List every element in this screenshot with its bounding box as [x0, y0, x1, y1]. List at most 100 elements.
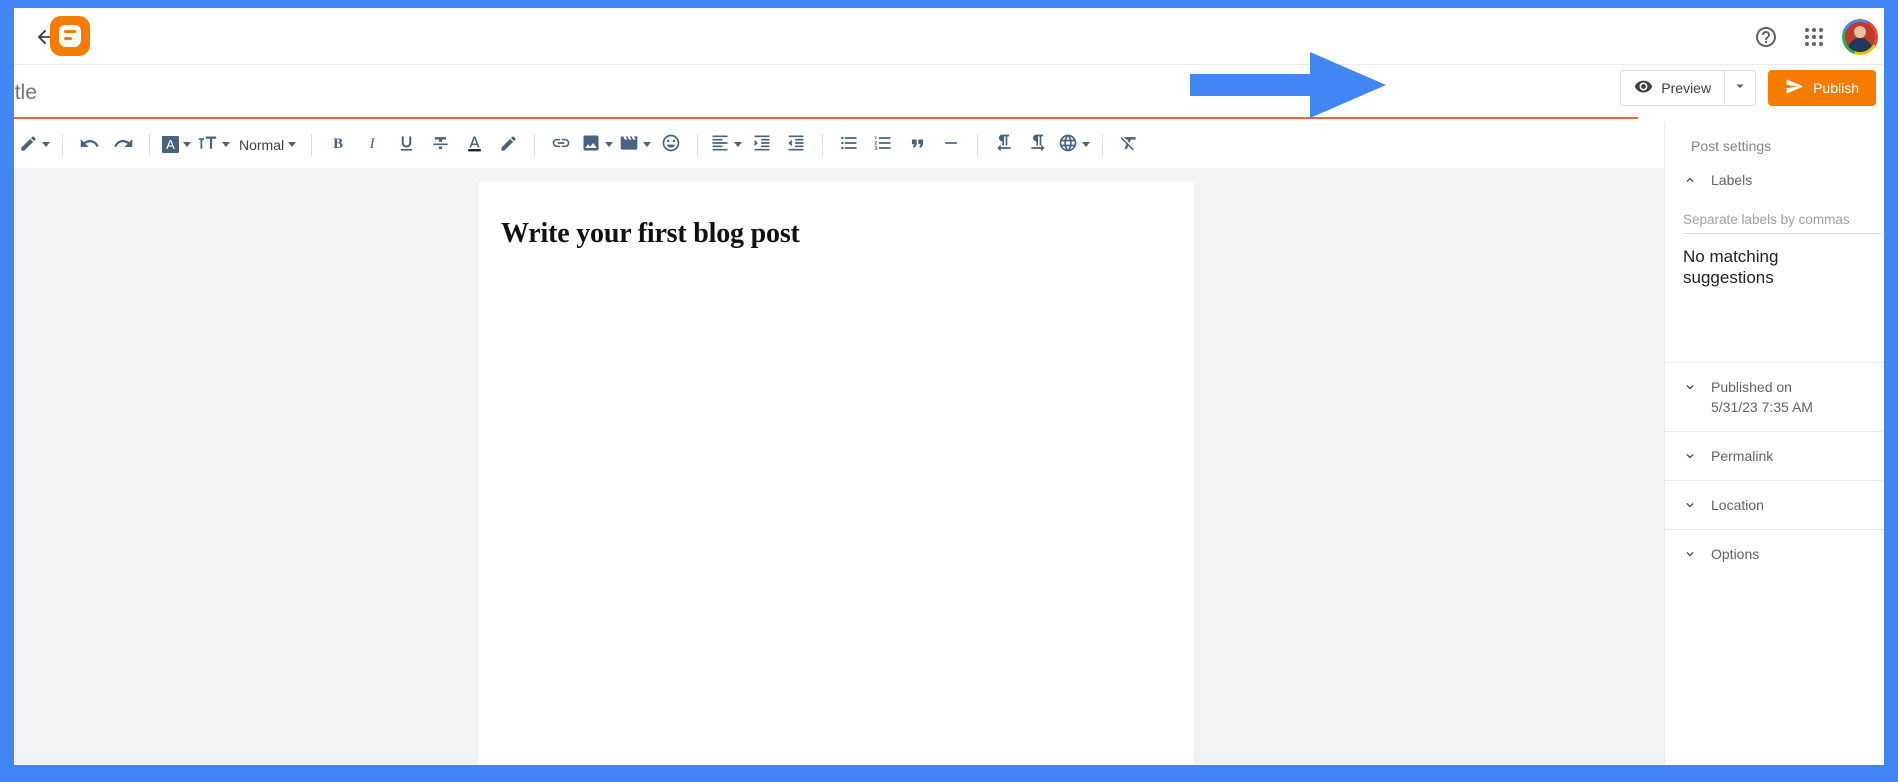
video-icon	[619, 133, 639, 156]
app-bar-right-actions	[1746, 8, 1884, 65]
panel-row-label-published-on: Published on 5/31/23 7:35 AM	[1711, 377, 1813, 417]
panel-row-label-location: Location	[1711, 497, 1764, 513]
bold-button[interactable]: B	[321, 128, 355, 162]
blogger-glyph	[59, 25, 81, 47]
editor-canvas: Write your first blog post	[14, 168, 1664, 765]
publish-button[interactable]: Publish	[1768, 70, 1876, 106]
edit-mode-button[interactable]	[16, 128, 53, 162]
indent-increase-icon	[752, 133, 772, 156]
numbered-list-icon	[873, 133, 893, 156]
post-settings-panel: Post settings Labels No matching suggest…	[1664, 122, 1884, 765]
redo-button[interactable]	[106, 128, 140, 162]
panel-row-options[interactable]: Options	[1681, 530, 1868, 578]
toolbar-separator	[822, 133, 824, 156]
insert-video-button[interactable]	[616, 128, 654, 162]
post-title-row	[14, 65, 1884, 122]
chevron-down-icon	[1683, 544, 1697, 564]
avatar-photo	[1845, 21, 1875, 52]
preview-button-label: Preview	[1661, 80, 1712, 96]
chevron-down-icon	[1683, 377, 1697, 397]
left-to-right-button[interactable]	[987, 128, 1021, 162]
horizontal-rule-icon	[941, 133, 961, 156]
transliteration-button[interactable]	[1055, 128, 1093, 162]
align-button[interactable]	[707, 128, 745, 162]
globe-icon	[1058, 133, 1078, 156]
publish-button-label: Publish	[1813, 80, 1859, 96]
apps-grid-dots	[1805, 27, 1823, 46]
undo-icon	[79, 133, 100, 157]
toolbar-separator	[149, 133, 150, 156]
panel-row-labels[interactable]: Labels	[1681, 156, 1868, 204]
toolbar-separator	[697, 133, 699, 156]
underline-button[interactable]	[389, 128, 423, 162]
formatting-toolbar: A Normal B I	[14, 122, 1884, 167]
panel-row-published-on[interactable]: Published on 5/31/23 7:35 AM	[1681, 363, 1868, 431]
bulleted-list-button[interactable]	[832, 128, 866, 162]
panel-row-label-labels: Labels	[1711, 172, 1753, 188]
pencil-icon	[19, 134, 38, 156]
toolbar-separator	[977, 133, 979, 156]
rtl-icon	[1028, 133, 1048, 156]
panel-row-label-permalink: Permalink	[1711, 448, 1774, 464]
bold-icon: B	[333, 136, 344, 152]
paragraph-style-button[interactable]: Normal	[233, 128, 302, 162]
strikethrough-button[interactable]	[423, 128, 457, 162]
toolbar-separator	[1102, 133, 1104, 156]
chevron-down-icon	[643, 142, 652, 147]
app-bar	[14, 8, 1884, 65]
italic-icon: I	[369, 136, 375, 152]
panel-row-location[interactable]: Location	[1681, 481, 1868, 529]
text-color-button[interactable]	[457, 128, 491, 162]
insert-image-button[interactable]	[578, 128, 616, 162]
insert-jump-break-button[interactable]	[934, 128, 968, 162]
chevron-down-icon	[605, 142, 614, 147]
numbered-list-button[interactable]	[866, 128, 900, 162]
toolbar-separator	[311, 133, 313, 156]
post-title-input[interactable]	[14, 77, 1658, 109]
browser-viewport: Preview Publish	[14, 8, 1884, 765]
decrease-indent-button[interactable]	[779, 128, 813, 162]
chevron-up-icon	[1683, 170, 1697, 190]
right-to-left-button[interactable]	[1021, 128, 1055, 162]
font-family-button[interactable]: A	[159, 128, 194, 162]
increase-indent-button[interactable]	[745, 128, 779, 162]
emoji-icon	[661, 133, 681, 156]
image-icon	[581, 133, 601, 156]
italic-button[interactable]: I	[355, 128, 389, 162]
panel-heading: Post settings	[1691, 138, 1772, 154]
chevron-down-icon	[183, 142, 191, 147]
clear-formatting-button[interactable]	[1112, 128, 1146, 162]
link-icon	[551, 133, 571, 156]
chevron-down-icon	[734, 142, 743, 147]
help-icon[interactable]	[1746, 17, 1786, 57]
chevron-down-icon	[42, 142, 50, 147]
preview-dropdown-button[interactable]	[1724, 71, 1755, 105]
ltr-icon	[994, 133, 1014, 156]
underline-icon	[397, 134, 416, 156]
chevron-down-icon	[1683, 446, 1697, 466]
strikethrough-icon	[431, 134, 450, 156]
clear-formatting-icon	[1119, 133, 1139, 156]
highlight-color-button[interactable]	[491, 128, 525, 162]
insert-link-button[interactable]	[544, 128, 578, 162]
blockquote-button[interactable]	[900, 128, 934, 162]
apps-grid-icon[interactable]	[1794, 17, 1834, 57]
panel-row-permalink[interactable]: Permalink	[1681, 432, 1868, 480]
editor-actions: Preview Publish	[1620, 70, 1876, 106]
eye-icon	[1634, 77, 1653, 99]
toolbar-separator	[534, 133, 536, 156]
send-icon	[1785, 77, 1804, 99]
font-size-button[interactable]	[194, 128, 233, 162]
chevron-down-icon	[222, 142, 230, 147]
labels-suggestion-text: No matching suggestions	[1683, 247, 1779, 287]
labels-input[interactable]	[1683, 210, 1881, 234]
undo-button[interactable]	[72, 128, 106, 162]
labels-spacer	[1681, 306, 1868, 362]
insert-emoji-button[interactable]	[654, 128, 688, 162]
account-avatar[interactable]	[1842, 18, 1878, 55]
post-body-editor[interactable]: Write your first blog post	[479, 182, 1194, 765]
preview-button[interactable]: Preview	[1621, 71, 1724, 105]
redo-icon	[113, 133, 134, 157]
title-underline	[14, 117, 1638, 119]
blogger-logo-icon[interactable]	[50, 16, 90, 56]
